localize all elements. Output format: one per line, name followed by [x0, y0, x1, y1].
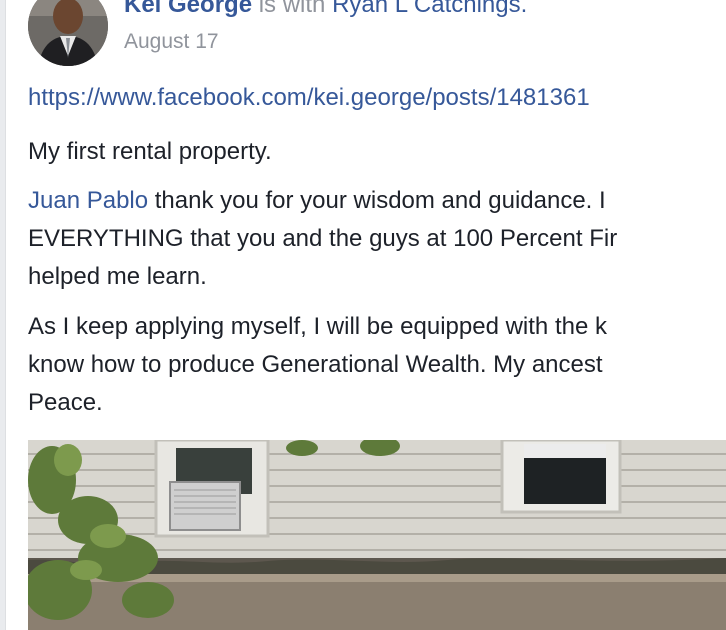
avatar[interactable]	[28, 0, 108, 66]
post-url-link[interactable]: https://www.facebook.com/kei.george/post…	[28, 84, 590, 112]
post-paragraph-3: As I keep applying myself, I will be equ…	[28, 308, 607, 422]
post-photo[interactable]	[28, 440, 726, 630]
paragraph-2-line-3: helped me learn.	[28, 263, 207, 290]
paragraph-3-line-3: Peace.	[28, 389, 103, 416]
post-paragraph-1: My first rental property.	[28, 138, 272, 165]
tagged-user-link[interactable]: Ryan L Catchings.	[332, 0, 527, 18]
paragraph-2-line-1-text: thank you for your wisdom and guidance. …	[148, 187, 606, 214]
author-name-link[interactable]: Kei George	[124, 0, 252, 18]
post-timestamp[interactable]: August 17	[124, 30, 219, 54]
paragraph-3-line-2: know how to produce Generational Wealth.…	[28, 351, 603, 378]
paragraph-3-line-1: As I keep applying myself, I will be equ…	[28, 313, 607, 340]
profile-photo-icon	[28, 0, 108, 66]
mention-link[interactable]: Juan Pablo	[28, 187, 148, 214]
paragraph-2-line-1: Juan Pablo thank you for your wisdom and…	[28, 182, 617, 220]
post-header: Kei George is with Ryan L Catchings.	[124, 0, 527, 22]
facebook-post: Kei George is with Ryan L Catchings. Aug…	[0, 0, 726, 630]
post-paragraph-2: Juan Pablo thank you for your wisdom and…	[28, 182, 617, 296]
house-photo-icon	[28, 440, 726, 630]
with-label: is with	[258, 0, 326, 18]
feed-border	[0, 0, 6, 630]
paragraph-2-line-2: EVERYTHING that you and the guys at 100 …	[28, 225, 618, 252]
